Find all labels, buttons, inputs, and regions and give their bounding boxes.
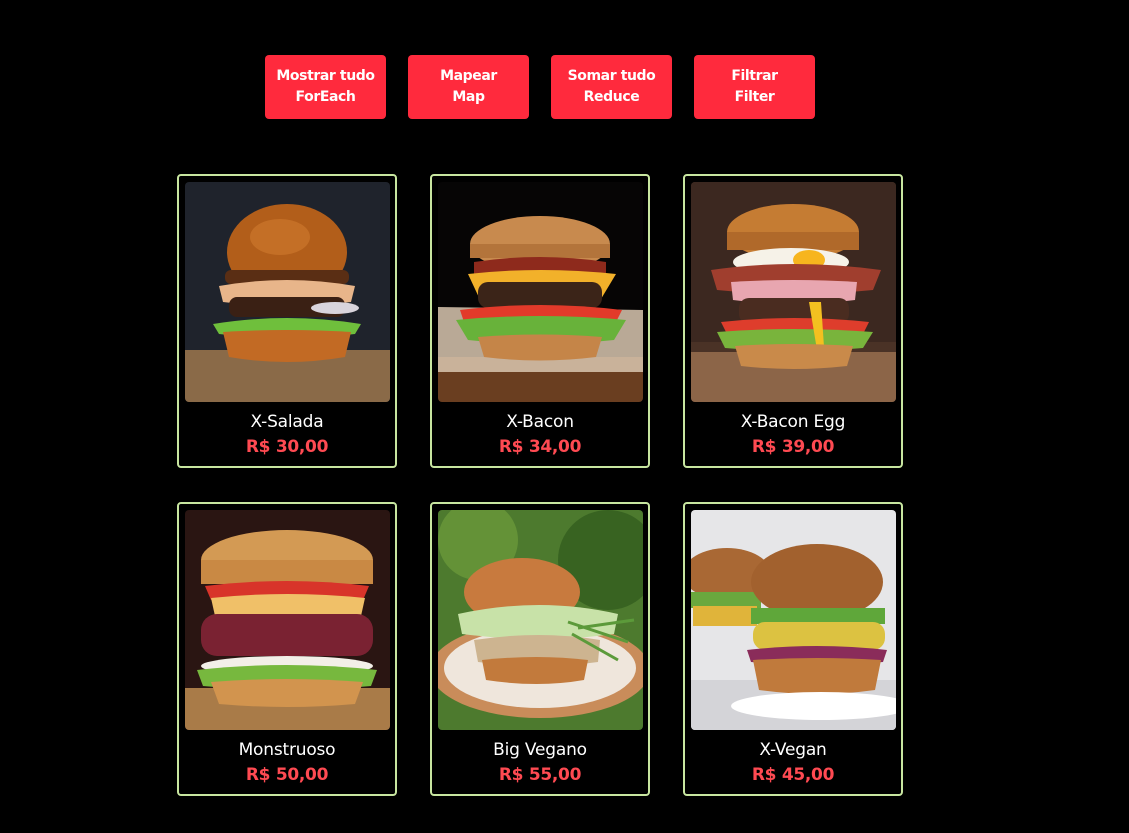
burger-photo [690,182,896,402]
map-button[interactable]: Mapear Map [408,55,529,119]
burger-photo [690,510,896,730]
item-price: R$ 34,00 [498,437,582,457]
sum-all-reduce-button[interactable]: Somar tudo Reduce [551,55,672,119]
page: Mostrar tudo ForEach Mapear Map Somar tu… [0,0,1129,833]
menu-grid: X-Salada R$ 30,00 X-Bacon R$ 34,00 X-Bac… [177,174,903,796]
menu-card: X-Salada R$ 30,00 [177,174,397,468]
item-price: R$ 55,00 [498,765,582,785]
button-label-line2: Filter [734,89,775,105]
item-name: Monstruoso [238,740,336,760]
burger-photo [437,510,643,730]
menu-card: Monstruoso R$ 50,00 [177,502,397,796]
item-name: X-Vegan [759,740,827,760]
button-label-line1: Mostrar tudo [276,68,375,84]
item-name: Big Vegano [493,740,587,760]
item-price: R$ 45,00 [751,765,835,785]
button-label-line2: Reduce [583,89,640,105]
button-label-line2: ForEach [295,89,356,105]
menu-card: X-Vegan R$ 45,00 [683,502,903,796]
item-name: X-Bacon [506,412,574,432]
item-price: R$ 50,00 [245,765,329,785]
button-label-line1: Mapear [440,68,497,84]
item-price: R$ 30,00 [245,437,329,457]
item-name: X-Salada [250,412,324,432]
burger-photo [184,182,390,402]
burger-photo [184,510,390,730]
menu-card: X-Bacon Egg R$ 39,00 [683,174,903,468]
show-all-foreach-button[interactable]: Mostrar tudo ForEach [265,55,386,119]
filter-button[interactable]: Filtrar Filter [694,55,815,119]
menu-card: Big Vegano R$ 55,00 [430,502,650,796]
button-label-line1: Filtrar [731,68,778,84]
button-label-line1: Somar tudo [567,68,656,84]
button-row: Mostrar tudo ForEach Mapear Map Somar tu… [265,55,815,119]
menu-card: X-Bacon R$ 34,00 [430,174,650,468]
button-label-line2: Map [452,89,485,105]
item-price: R$ 39,00 [751,437,835,457]
burger-photo [437,182,643,402]
item-name: X-Bacon Egg [740,412,846,432]
